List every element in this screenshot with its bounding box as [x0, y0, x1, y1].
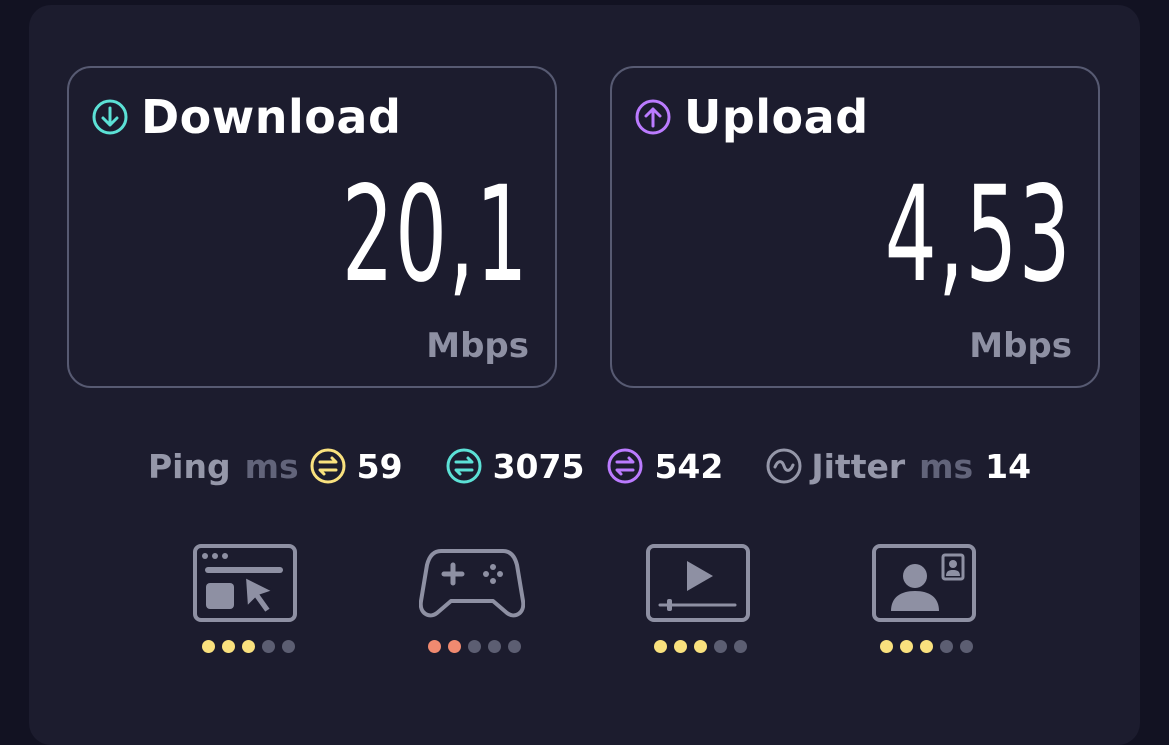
download-header: Download	[91, 90, 401, 144]
jitter-value: 14	[985, 446, 1032, 486]
rating-dot	[281, 640, 295, 653]
upload-title: Upload	[684, 90, 869, 144]
rating-dot	[713, 640, 727, 653]
use-case-gaming	[419, 543, 529, 663]
download-card: Download 20,1 Mbps	[67, 66, 557, 388]
rating-dot	[427, 640, 441, 653]
gaming-rating	[419, 640, 529, 653]
rating-dot	[653, 640, 667, 653]
rating-dot	[221, 640, 235, 653]
rating-dot	[261, 640, 275, 653]
use-case-video-call	[871, 543, 981, 663]
use-case-streaming	[645, 543, 755, 663]
rating-dot	[467, 640, 481, 653]
gaming-controller-icon	[419, 549, 525, 618]
rating-dot	[693, 640, 707, 653]
rating-dot	[899, 640, 913, 653]
use-case-browsing	[193, 543, 303, 663]
upload-speed-value: 4,53	[884, 158, 1072, 312]
download-title: Download	[141, 90, 402, 144]
rating-dot	[959, 640, 973, 653]
ping-unit: ms	[244, 446, 299, 486]
download-speed-unit: Mbps	[426, 326, 529, 366]
upload-ping-icon	[607, 448, 643, 484]
latency-row: Ping ms 59 3075 542 Jitter ms 14	[148, 442, 1031, 490]
rating-dot	[487, 640, 501, 653]
rating-dot	[447, 640, 461, 653]
jitter-label: Jitter	[811, 446, 906, 486]
jitter-icon	[766, 448, 802, 484]
download-ping-icon	[446, 448, 482, 484]
rating-dot	[507, 640, 521, 653]
upload-speed-unit: Mbps	[969, 326, 1072, 366]
video-call-icon	[872, 544, 976, 622]
video-streaming-icon	[646, 544, 750, 622]
arrow-up-circle-icon	[635, 99, 671, 135]
upload-header: Upload	[634, 90, 869, 144]
arrow-down-circle-icon	[92, 99, 128, 135]
idle-ping-icon	[310, 448, 346, 484]
upload-card: Upload 4,53 Mbps	[610, 66, 1100, 388]
rating-dot	[241, 640, 255, 653]
upload-ping-value: 542	[654, 446, 724, 486]
web-browsing-icon	[193, 544, 297, 622]
rating-dot	[879, 640, 893, 653]
browsing-rating	[193, 640, 303, 653]
rating-dot	[673, 640, 687, 653]
video-call-rating	[871, 640, 981, 653]
rating-dot	[939, 640, 953, 653]
idle-ping-value: 59	[356, 446, 403, 486]
download-speed-value: 20,1	[341, 158, 529, 312]
ping-label: Ping	[148, 446, 231, 486]
jitter-unit: ms	[919, 446, 974, 486]
rating-dot	[919, 640, 933, 653]
rating-dot	[201, 640, 215, 653]
download-ping-value: 3075	[492, 446, 585, 486]
rating-dot	[733, 640, 747, 653]
streaming-rating	[645, 640, 755, 653]
